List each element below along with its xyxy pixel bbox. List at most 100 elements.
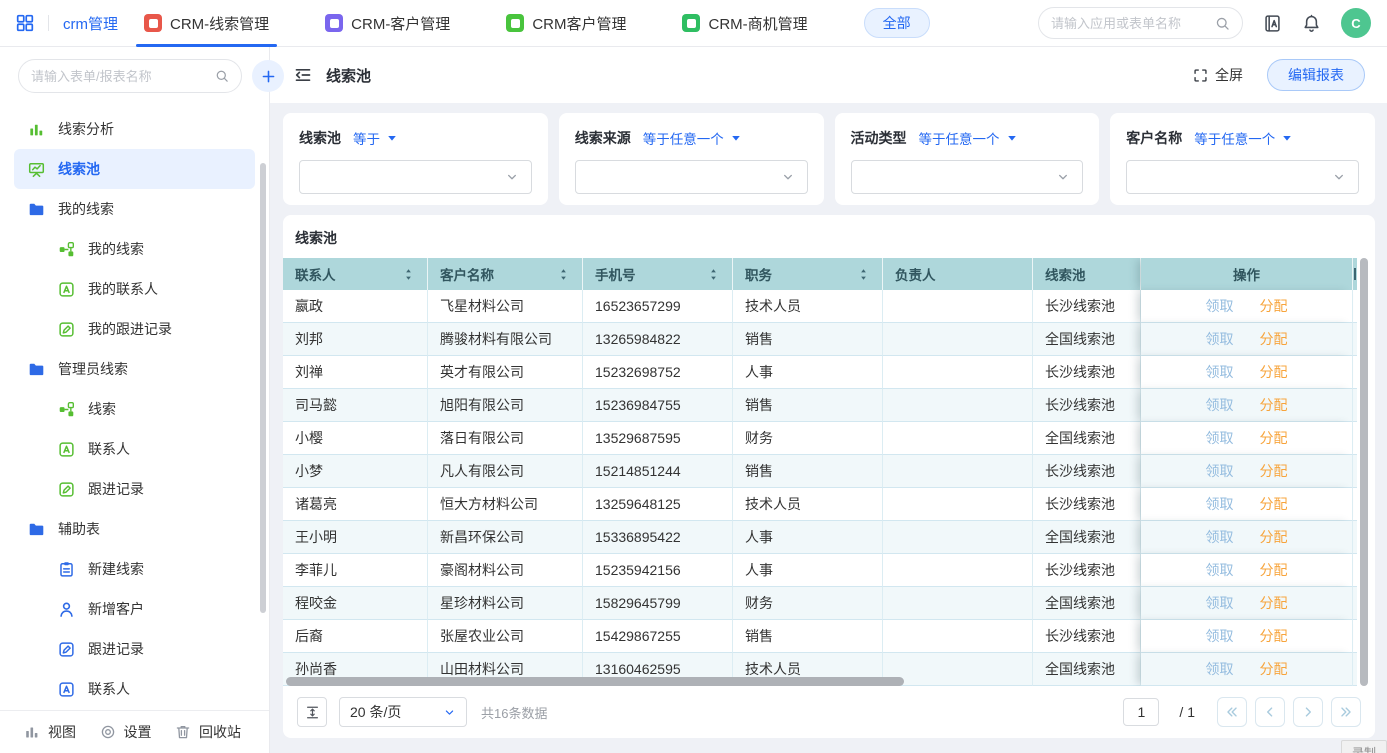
sidebar-item-我的线索[interactable]: 我的线索 [0,189,269,229]
global-search[interactable] [1038,7,1243,39]
caret-down-icon [1007,133,1017,143]
edit-icon [58,481,75,498]
all-apps-button[interactable]: 全部 [864,8,930,38]
assign-link[interactable]: 分配 [1260,428,1288,448]
sidebar-item-辅助表[interactable]: 辅助表 [0,509,269,549]
sidebar-footer-视图[interactable]: 视图 [24,722,76,742]
receive-link[interactable]: 领取 [1206,428,1234,448]
tab-3[interactable]: CRM客户管理 [506,0,626,47]
double-chevron-right-icon [1339,705,1353,719]
cell-actions: 领取 分配 [1141,521,1353,554]
assign-link[interactable]: 分配 [1260,659,1288,679]
sidebar-item-新建线索[interactable]: 新建线索 [0,549,269,589]
tab-2[interactable]: CRM-客户管理 [325,0,450,47]
last-page-button[interactable] [1331,697,1361,727]
receive-link[interactable]: 领取 [1206,494,1234,514]
filter-select[interactable] [575,160,808,194]
filter-select[interactable] [299,160,532,194]
page-indicator: / 1 [1179,704,1195,720]
sidebar-item-我的线索[interactable]: 我的线索 [0,229,269,269]
form-search-input[interactable] [31,69,207,84]
sidebar-item-联系人[interactable]: 联系人 [0,669,269,709]
assign-link[interactable]: 分配 [1260,593,1288,613]
sidebar-item-线索[interactable]: 线索 [0,389,269,429]
filter-condition[interactable]: 等于任意一个 [919,128,1017,148]
folder-icon [28,201,45,218]
bell-icon[interactable] [1302,14,1321,33]
assign-link[interactable]: 分配 [1260,494,1288,514]
receive-link[interactable]: 领取 [1206,527,1234,547]
filter-condition[interactable]: 等于任意一个 [643,128,741,148]
form-search[interactable] [18,59,242,93]
row-height-button[interactable] [297,697,327,727]
receive-link[interactable]: 领取 [1206,461,1234,481]
sidebar-item-我的联系人[interactable]: 我的联系人 [0,269,269,309]
filter-select[interactable] [851,160,1084,194]
assign-link[interactable]: 分配 [1260,362,1288,382]
sidebar-scrollbar[interactable] [260,163,266,613]
edit-report-button[interactable]: 编辑报表 [1267,59,1365,91]
column-label: 职务 [745,264,772,284]
column-header-手机号[interactable]: 手机号 [583,258,733,290]
receive-link[interactable]: 领取 [1206,362,1234,382]
assign-link[interactable]: 分配 [1260,560,1288,580]
sidebar-item-联系人[interactable]: 联系人 [0,429,269,469]
page-size-select[interactable]: 20 条/页 [339,697,467,727]
filter-condition[interactable]: 等于 [353,128,397,148]
fullscreen-button[interactable]: 全屏 [1193,65,1243,85]
assign-link[interactable]: 分配 [1260,395,1288,415]
sidebar-item-新增客户[interactable]: 新增客户 [0,589,269,629]
table-row: 后裔张屋农业公司15429867255销售长沙线索池领取分配 [283,620,1375,653]
record-button[interactable]: 录制 [1341,740,1387,753]
column-header-联系人[interactable]: 联系人 [283,258,428,290]
cell-owner [883,389,1033,422]
prev-page-button[interactable] [1255,697,1285,727]
table-row: 程咬金星珍材料公司15829645799财务全国线索池领取分配 [283,587,1375,620]
first-page-button[interactable] [1217,697,1247,727]
plus-icon [261,69,276,84]
cell-phone: 13529687595 [583,422,733,455]
sidebar-footer-设置[interactable]: 设置 [100,722,152,742]
receive-link[interactable]: 领取 [1206,659,1234,679]
tab-1[interactable]: CRM-线索管理 [144,0,269,47]
receive-link[interactable]: 领取 [1206,560,1234,580]
assign-link[interactable]: 分配 [1260,626,1288,646]
cell-owner [883,422,1033,455]
filter-condition[interactable]: 等于任意一个 [1194,128,1292,148]
column-header-客户名称[interactable]: 客户名称 [428,258,583,290]
column-header-职务[interactable]: 职务 [733,258,883,290]
cell-contact: 刘禅 [283,356,428,389]
sidebar-item-线索池[interactable]: 线索池 [14,149,255,189]
receive-link[interactable]: 领取 [1206,329,1234,349]
page-number-input[interactable] [1123,698,1159,726]
sidebar-item-线索分析[interactable]: 线索分析 [0,109,269,149]
gear-icon [100,724,116,740]
sidebar-item-跟进记录[interactable]: 跟进记录 [0,629,269,669]
tab-4[interactable]: CRM-商机管理 [682,0,807,47]
cell-company: 恒大方材料公司 [428,488,583,521]
sidebar-footer-回收站[interactable]: 回收站 [175,722,241,742]
address-book-icon[interactable] [1263,14,1282,33]
add-form-button[interactable] [252,60,284,92]
collapse-sidebar-icon[interactable] [294,66,312,84]
assign-link[interactable]: 分配 [1260,527,1288,547]
avatar[interactable]: C [1341,8,1371,38]
global-search-input[interactable] [1051,16,1207,31]
receive-link[interactable]: 领取 [1206,395,1234,415]
next-page-button[interactable] [1293,697,1323,727]
receive-link[interactable]: 领取 [1206,593,1234,613]
app-launcher-grid-icon[interactable] [16,14,34,32]
receive-link[interactable]: 领取 [1206,626,1234,646]
horizontal-scrollbar[interactable] [286,677,904,686]
assign-link[interactable]: 分配 [1260,329,1288,349]
vertical-scrollbar[interactable] [1360,258,1368,686]
sidebar-item-我的跟进记录[interactable]: 我的跟进记录 [0,309,269,349]
assign-link[interactable]: 分配 [1260,461,1288,481]
assign-link[interactable]: 分配 [1260,296,1288,316]
sidebar-item-跟进记录[interactable]: 跟进记录 [0,469,269,509]
cell-company: 凡人有限公司 [428,455,583,488]
receive-link[interactable]: 领取 [1206,296,1234,316]
sidebar-item-管理员线索[interactable]: 管理员线索 [0,349,269,389]
filter-select[interactable] [1126,160,1359,194]
workspace-link[interactable]: crm管理 [63,13,118,34]
